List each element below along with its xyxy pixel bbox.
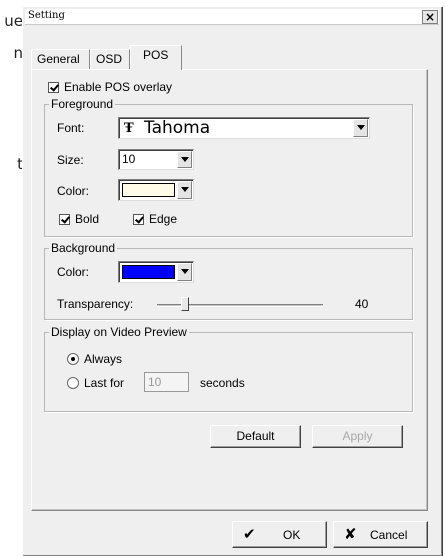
group-title: Background bbox=[49, 241, 118, 255]
size-select[interactable]: 10 bbox=[118, 149, 194, 170]
checkbox-label: Enable POS overlay bbox=[64, 80, 173, 94]
font-label: Font: bbox=[57, 121, 85, 135]
radio-label: Last for bbox=[84, 376, 125, 390]
group-title: Foreground bbox=[49, 97, 116, 111]
checkbox-label: Edge bbox=[149, 212, 178, 226]
cancel-button[interactable]: ✘ Cancel bbox=[333, 521, 428, 548]
cancel-label: Cancel bbox=[370, 528, 408, 542]
tab-label: OSD bbox=[96, 52, 123, 66]
foreground-group: Foreground Font: Ŧ Tahoma Size: 10 Color… bbox=[44, 97, 413, 237]
background-color-picker[interactable] bbox=[118, 261, 194, 283]
color-swatch bbox=[122, 265, 175, 279]
chevron-down-icon[interactable] bbox=[353, 119, 368, 137]
font-value: Tahoma bbox=[144, 118, 211, 138]
seconds-input[interactable]: 10 bbox=[144, 372, 189, 392]
setting-dialog: Setting × General OSD POS Enable POS ove… bbox=[22, 6, 442, 556]
display-on-video-preview-group: Display on Video Preview Always Last for… bbox=[44, 325, 413, 412]
size-label: Size: bbox=[57, 153, 84, 167]
checkbox-checked-icon bbox=[48, 82, 59, 93]
checkbox-label: Bold bbox=[75, 212, 100, 226]
truetype-font-icon: Ŧ bbox=[124, 121, 134, 136]
default-button[interactable]: Default bbox=[210, 425, 301, 448]
ok-label: OK bbox=[283, 528, 301, 542]
chevron-down-icon[interactable] bbox=[177, 151, 192, 168]
transparency-label: Transparency: bbox=[57, 297, 134, 311]
checkbox-checked-icon bbox=[133, 214, 144, 225]
background-text-fragment: ue bbox=[4, 12, 23, 30]
close-icon: × bbox=[424, 10, 436, 24]
size-value: 10 bbox=[122, 152, 136, 166]
x-mark-icon: ✘ bbox=[344, 525, 357, 543]
dialog-title: Setting bbox=[28, 10, 65, 21]
color-swatch bbox=[122, 183, 175, 197]
always-radio[interactable]: Always bbox=[67, 352, 122, 366]
color-label: Color: bbox=[57, 265, 90, 279]
transparency-value: 40 bbox=[355, 297, 369, 311]
pos-tab-pane: Enable POS overlay Foreground Font: Ŧ Ta… bbox=[31, 69, 428, 511]
radio-selected-icon bbox=[67, 353, 79, 365]
tab-pos[interactable]: POS bbox=[130, 45, 182, 70]
font-select[interactable]: Ŧ Tahoma bbox=[118, 117, 370, 139]
title-bar[interactable]: Setting × bbox=[25, 9, 439, 25]
close-button[interactable]: × bbox=[422, 10, 438, 24]
background-group: Background Color: Transparency: 40 bbox=[44, 241, 413, 320]
seconds-label: seconds bbox=[200, 376, 245, 390]
foreground-color-picker[interactable] bbox=[118, 179, 194, 201]
radio-label: Always bbox=[84, 352, 123, 366]
tab-label: General bbox=[37, 52, 80, 66]
last-for-radio[interactable]: Last for bbox=[67, 376, 124, 390]
edge-checkbox[interactable]: Edge bbox=[133, 212, 177, 226]
tab-general[interactable]: General bbox=[31, 49, 90, 69]
group-title: Display on Video Preview bbox=[49, 325, 189, 339]
bold-checkbox[interactable]: Bold bbox=[59, 212, 99, 226]
slider-handle[interactable] bbox=[181, 297, 189, 311]
enable-pos-overlay-checkbox[interactable]: Enable POS overlay bbox=[48, 80, 172, 94]
ok-button[interactable]: ✔ OK bbox=[232, 521, 327, 548]
chevron-down-icon[interactable] bbox=[177, 181, 192, 199]
checkbox-checked-icon bbox=[59, 214, 70, 225]
tab-label: POS bbox=[143, 48, 169, 62]
chevron-down-icon[interactable] bbox=[177, 263, 192, 281]
color-label: Color: bbox=[57, 184, 90, 198]
tab-osd[interactable]: OSD bbox=[90, 49, 130, 69]
apply-button[interactable]: Apply bbox=[312, 425, 403, 448]
radio-unselected-icon bbox=[67, 377, 79, 389]
checkmark-icon: ✔ bbox=[243, 525, 256, 543]
